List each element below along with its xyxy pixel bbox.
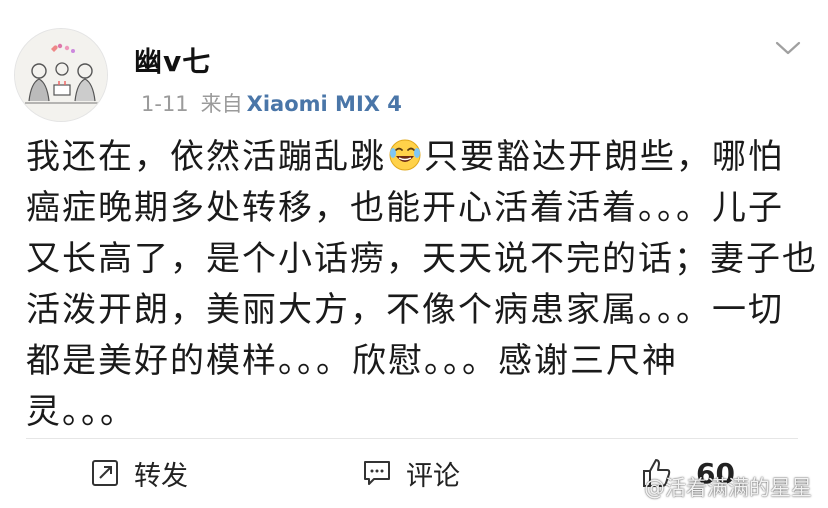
repost-label: 转发 xyxy=(134,460,188,492)
comment-icon xyxy=(364,461,390,485)
post-meta: 1-11 来自 Xiaomi MIX 4 xyxy=(141,88,402,118)
comment-label: 评论 xyxy=(406,460,460,492)
post-text-line: 癌症晚期多处转移，也能开心活着活着。。。儿子 xyxy=(26,188,784,228)
weibo-post-card: 幽v七 1-11 来自 Xiaomi MIX 4 我还在，依然活蹦乱跳 只要豁达开朗… xyxy=(0,0,828,508)
post-source-prefix: 来自 xyxy=(200,92,243,116)
post-time: 1-11 xyxy=(141,92,189,116)
weibo-watermark: @活着满满的星星 xyxy=(612,472,812,502)
post-body-text: 我还在，依然活蹦乱跳 只要豁达开朗些，哪怕 癌症晚期多处转移，也能开心活着活着。… xyxy=(26,132,818,438)
user-avatar[interactable] xyxy=(14,28,108,122)
watermark-text: @活着满满的星星 xyxy=(644,476,812,500)
comment-button[interactable]: 评论 xyxy=(362,455,460,492)
avatar-family-drawing-icon xyxy=(15,29,107,121)
post-text-segment: 我还在，依然活蹦乱跳 xyxy=(26,137,386,177)
repost-icon xyxy=(92,460,118,486)
post-text-line: 我还在，依然活蹦乱跳 只要豁达开朗些，哪怕 xyxy=(26,132,806,183)
weibo-logo-icon xyxy=(612,478,637,497)
post-text-line: 又长高了，是个小话痨，天天说不完的话；妻子也 xyxy=(26,239,818,279)
post-text-line: 活泼开朗，美丽大方，不像个病患家属。。。一切 xyxy=(26,290,784,330)
laughing-with-tears-emoji-icon xyxy=(389,139,421,171)
action-bar-divider xyxy=(26,438,798,439)
chevron-down-icon[interactable] xyxy=(774,38,802,58)
post-text-segment: 只要豁达开朗些，哪怕 xyxy=(424,137,784,177)
post-source-device[interactable]: Xiaomi MIX 4 xyxy=(247,92,402,116)
post-username[interactable]: 幽v七 xyxy=(134,40,211,80)
repost-button[interactable]: 转发 xyxy=(90,455,188,492)
post-text-line: 灵。。。 xyxy=(26,392,136,432)
post-text-line: 都是美好的模样。。。欣慰。。。感谢三尺神 xyxy=(26,341,678,381)
